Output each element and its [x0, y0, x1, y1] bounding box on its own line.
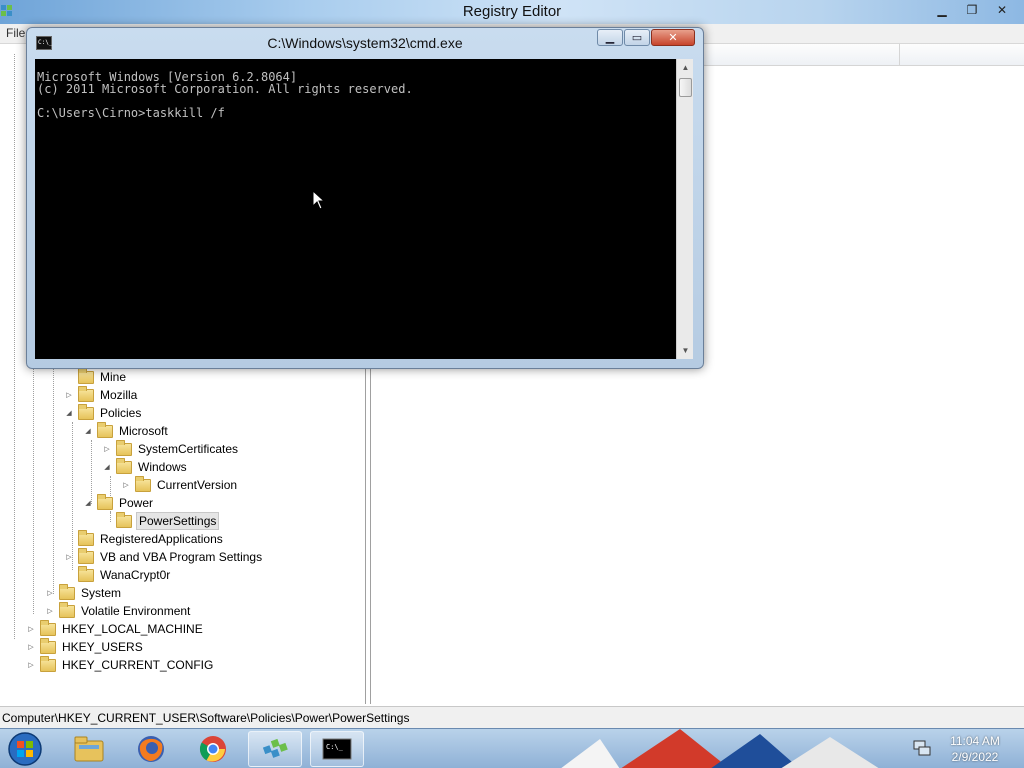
- cmd-output: Microsoft Windows [Version 6.2.8064] (c) …: [37, 59, 413, 119]
- folder-icon: [40, 619, 56, 636]
- tree-node-mozilla[interactable]: ▷ Mozilla: [64, 385, 139, 404]
- cmd-scrollbar[interactable]: ▲ ▼: [676, 59, 693, 359]
- expand-arrow-icon[interactable]: ▷: [26, 642, 36, 652]
- taskbar-firefox[interactable]: [124, 731, 178, 767]
- start-orb-icon[interactable]: [6, 731, 44, 767]
- folder-icon: [97, 493, 113, 510]
- taskbar-file-explorer[interactable]: [62, 731, 116, 767]
- scroll-down-icon[interactable]: ▼: [677, 342, 694, 359]
- svg-text:C:\_: C:\_: [326, 743, 344, 751]
- minimize-button[interactable]: ▁: [928, 1, 956, 19]
- taskbar-registry-editor[interactable]: [248, 731, 302, 767]
- folder-icon: [40, 655, 56, 672]
- folder-icon: [59, 583, 75, 600]
- cmd-window[interactable]: C:\_ C:\Windows\system32\cmd.exe ▁ ▭ ✕ M…: [26, 27, 704, 369]
- expand-arrow-icon[interactable]: ▷: [64, 552, 74, 562]
- expand-arrow-icon[interactable]: ▷: [45, 588, 55, 598]
- clock-time: 11:04 AM: [950, 734, 1000, 748]
- folder-icon: [78, 529, 94, 546]
- tree-node-vb-vba-settings[interactable]: ▷ VB and VBA Program Settings: [64, 547, 264, 566]
- taskbar-clock[interactable]: 11:04 AM 2/9/2022: [930, 733, 1020, 765]
- folder-icon: [78, 367, 94, 384]
- cmd-close-button[interactable]: ✕: [651, 29, 695, 46]
- tree-node-policies[interactable]: ◢ Policies: [64, 403, 143, 422]
- regedit-icon: [262, 738, 288, 758]
- taskbar: C:\_ 11:04 AM 2/9/2022: [0, 728, 1024, 768]
- mouse-pointer-icon: [312, 190, 326, 210]
- cmd-icon: C:\_: [322, 738, 352, 760]
- tree-node-mine[interactable]: Mine: [64, 367, 128, 386]
- cmd-minimize-button[interactable]: ▁: [597, 29, 623, 46]
- tree-node-system[interactable]: ▷ System: [45, 583, 123, 602]
- registry-editor-titlebar[interactable]: Registry Editor ▁ ❐ ✕: [0, 0, 1024, 24]
- folder-icon: [116, 457, 132, 474]
- tree-node-currentversion[interactable]: ▷ CurrentVersion: [121, 475, 239, 494]
- tree-node-hkey-current-config[interactable]: ▷ HKEY_CURRENT_CONFIG: [26, 655, 215, 674]
- expand-arrow-icon[interactable]: ▷: [102, 444, 112, 454]
- tree-node-volatile-environment[interactable]: ▷ Volatile Environment: [45, 601, 192, 620]
- tree-node-powersettings[interactable]: PowerSettings: [102, 511, 220, 530]
- collapse-arrow-icon[interactable]: ◢: [102, 462, 112, 472]
- expand-arrow-icon[interactable]: ▷: [26, 624, 36, 634]
- tree-node-hkey-local-machine[interactable]: ▷ HKEY_LOCAL_MACHINE: [26, 619, 205, 638]
- cmd-line: (c) 2011 Microsoft Corporation. All righ…: [37, 82, 413, 96]
- taskbar-cmd[interactable]: C:\_: [310, 731, 364, 767]
- cmd-prompt-line: C:\Users\Cirno>taskkill /f: [37, 106, 225, 120]
- network-icon[interactable]: [912, 739, 932, 757]
- scroll-up-icon[interactable]: ▲: [677, 59, 694, 76]
- collapse-arrow-icon[interactable]: ◢: [64, 408, 74, 418]
- tree-node-registeredapplications[interactable]: RegisteredApplications: [64, 529, 225, 548]
- wallpaper-fragment: [561, 729, 879, 768]
- tree-node-hkey-users[interactable]: ▷ HKEY_USERS: [26, 637, 145, 656]
- expand-arrow-icon[interactable]: ▷: [121, 480, 131, 490]
- folder-icon: [78, 403, 94, 420]
- collapse-arrow-icon[interactable]: ◢: [83, 426, 93, 436]
- expand-arrow-icon[interactable]: ▷: [26, 660, 36, 670]
- taskbar-chrome[interactable]: [186, 731, 240, 767]
- folder-icon: [40, 637, 56, 654]
- restore-button[interactable]: ❐: [958, 1, 986, 19]
- tree-node-wanacrypt0r[interactable]: WanaCrypt0r: [64, 565, 172, 584]
- cmd-titlebar[interactable]: C:\_ C:\Windows\system32\cmd.exe ▁ ▭ ✕: [27, 28, 703, 58]
- tree-node-power[interactable]: ◢ Power: [83, 493, 155, 512]
- cmd-console[interactable]: Microsoft Windows [Version 6.2.8064] (c) …: [35, 59, 693, 359]
- folder-icon: [97, 421, 113, 438]
- expand-arrow-icon[interactable]: ▷: [64, 390, 74, 400]
- folder-icon: [116, 439, 132, 456]
- folder-icon: [135, 475, 151, 492]
- firefox-icon: [138, 736, 164, 762]
- status-bar-path: Computer\HKEY_CURRENT_USER\Software\Poli…: [0, 706, 1024, 728]
- selected-node-label: PowerSettings: [136, 512, 220, 530]
- folder-icon: [116, 511, 132, 528]
- cmd-maximize-button[interactable]: ▭: [624, 29, 650, 46]
- folder-icon: [78, 385, 94, 402]
- tree-node-systemcertificates[interactable]: ▷ SystemCertificates: [102, 439, 240, 458]
- expand-arrow-icon[interactable]: ▷: [45, 606, 55, 616]
- chrome-icon: [199, 736, 226, 762]
- tree-node-windows[interactable]: ◢ Windows: [102, 457, 189, 476]
- collapse-arrow-icon[interactable]: ◢: [83, 498, 93, 508]
- file-explorer-icon: [74, 736, 104, 762]
- registry-editor-title: Registry Editor: [462, 3, 562, 20]
- clock-date: 2/9/2022: [951, 750, 999, 764]
- folder-icon: [78, 565, 94, 582]
- scroll-thumb[interactable]: [679, 78, 692, 97]
- close-button[interactable]: ✕: [988, 1, 1016, 19]
- folder-icon: [78, 547, 94, 564]
- menu-file[interactable]: File: [6, 26, 25, 40]
- tree-node-microsoft[interactable]: ◢ Microsoft: [83, 421, 170, 440]
- folder-icon: [59, 601, 75, 618]
